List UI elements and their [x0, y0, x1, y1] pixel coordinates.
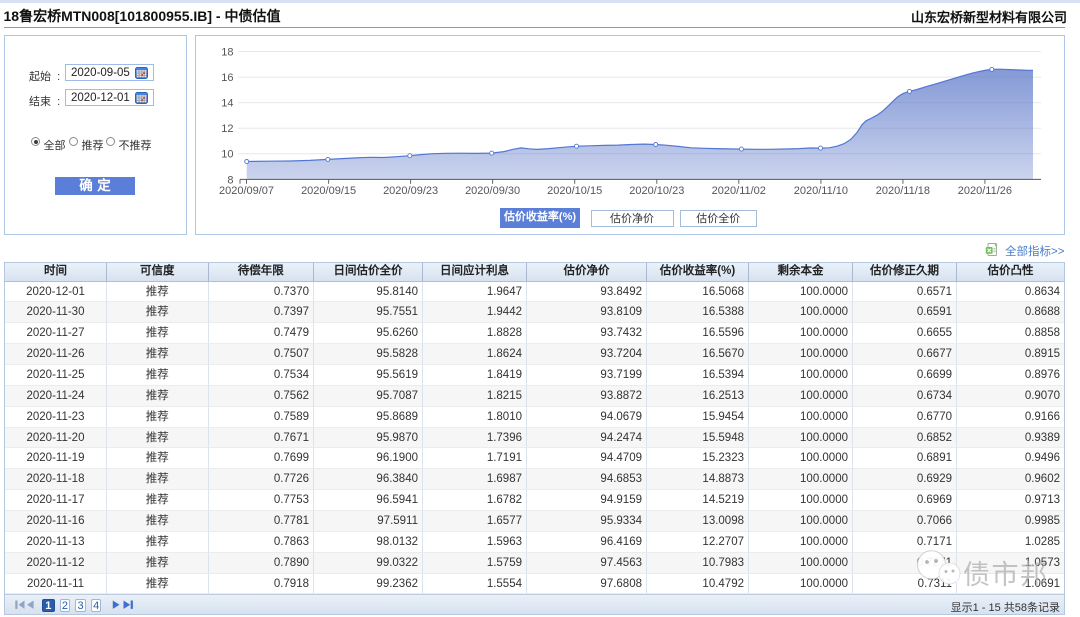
svg-text:2020/09/23: 2020/09/23	[383, 185, 438, 197]
svg-text:16: 16	[221, 72, 233, 84]
svg-text:2020/09/30: 2020/09/30	[465, 185, 520, 197]
svg-text:2020/11/26: 2020/11/26	[958, 185, 1012, 197]
svg-text:2020/11/02: 2020/11/02	[712, 185, 766, 197]
svg-text:18: 18	[221, 46, 233, 58]
svg-text:2020/09/07: 2020/09/07	[219, 185, 274, 197]
svg-text:2020/09/15: 2020/09/15	[301, 185, 356, 197]
svg-text:2020/11/10: 2020/11/10	[794, 185, 848, 197]
svg-text:10: 10	[221, 149, 233, 161]
svg-text:2020/10/23: 2020/10/23	[629, 185, 684, 197]
svg-text:2020/11/18: 2020/11/18	[876, 185, 930, 197]
svg-text:12: 12	[221, 123, 233, 135]
svg-text:2020/10/15: 2020/10/15	[547, 185, 602, 197]
svg-text:14: 14	[221, 98, 233, 110]
